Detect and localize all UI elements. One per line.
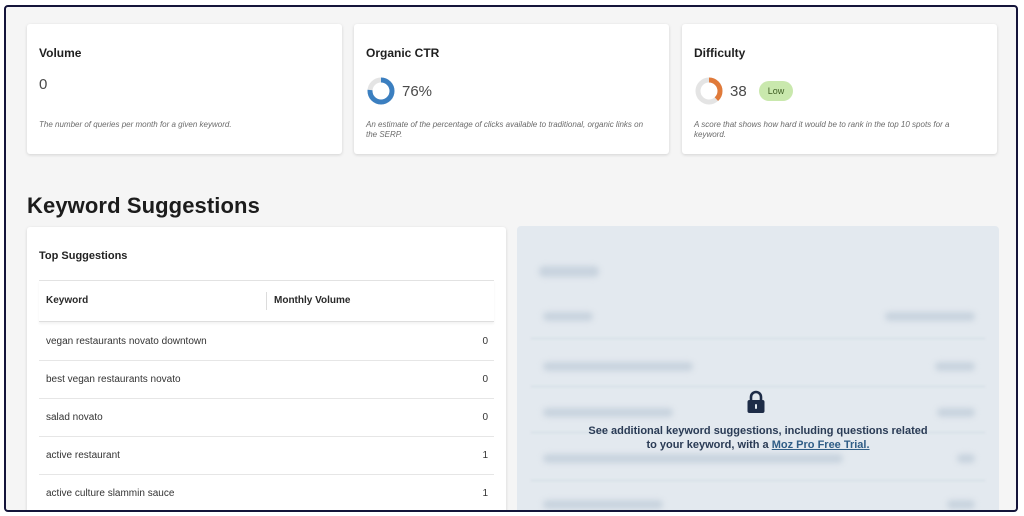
difficulty-card: Difficulty 38 Low A score that shows how… bbox=[682, 24, 997, 154]
upsell-message: See additional keyword suggestions, incl… bbox=[547, 424, 969, 452]
blurred-placeholder bbox=[885, 312, 975, 321]
blurred-placeholder bbox=[543, 312, 593, 321]
blurred-placeholder bbox=[543, 454, 843, 463]
volume-value: 0 bbox=[39, 76, 48, 93]
row-volume: 0 bbox=[482, 374, 488, 385]
difficulty-body: 38 Low bbox=[694, 76, 794, 106]
organic-ctr-card: Organic CTR 76% An estimate of the perce… bbox=[354, 24, 669, 154]
volume-description: The number of queries per month for a gi… bbox=[39, 120, 232, 129]
blurred-placeholder bbox=[937, 408, 975, 417]
row-keyword: vegan restaurants novato downtown bbox=[46, 336, 207, 347]
blurred-placeholder bbox=[539, 266, 599, 277]
keyword-suggestions-heading: Keyword Suggestions bbox=[27, 193, 260, 218]
top-suggestions-title: Top Suggestions bbox=[39, 250, 128, 262]
blurred-placeholder bbox=[957, 454, 975, 463]
volume-body: 0 bbox=[39, 76, 47, 93]
blurred-placeholder bbox=[543, 500, 663, 509]
table-row[interactable]: best vegan restaurants novato 0 bbox=[39, 361, 494, 399]
volume-title: Volume bbox=[39, 46, 82, 60]
moz-pro-free-trial-link[interactable]: Moz Pro Free Trial. bbox=[772, 439, 870, 451]
table-header: Keyword Monthly Volume bbox=[39, 280, 494, 322]
row-volume: 0 bbox=[482, 336, 488, 347]
ctr-description: An estimate of the percentage of clicks … bbox=[366, 120, 644, 139]
ctr-body: 76% bbox=[366, 76, 432, 106]
blurred-divider bbox=[531, 338, 985, 339]
row-keyword: active restaurant bbox=[46, 450, 120, 461]
difficulty-description: A score that shows how hard it would be … bbox=[694, 120, 950, 139]
column-header-monthly-volume[interactable]: Monthly Volume bbox=[274, 295, 350, 306]
difficulty-donut-chart bbox=[695, 77, 723, 105]
ctr-value: 76% bbox=[402, 82, 433, 100]
column-divider bbox=[266, 292, 267, 310]
row-keyword: best vegan restaurants novato bbox=[46, 374, 181, 385]
table-row[interactable]: vegan restaurants novato downtown 0 bbox=[39, 323, 494, 361]
blurred-divider bbox=[531, 480, 985, 481]
upsell-message-prefix: to your keyword, with a bbox=[646, 439, 772, 451]
locked-suggestions-panel: See additional keyword suggestions, incl… bbox=[517, 226, 999, 510]
blurred-placeholder bbox=[947, 500, 975, 509]
difficulty-title: Difficulty bbox=[694, 46, 746, 60]
lock-icon bbox=[747, 390, 765, 413]
ctr-title: Organic CTR bbox=[366, 46, 440, 60]
blurred-placeholder bbox=[543, 408, 673, 417]
row-volume: 1 bbox=[482, 488, 488, 499]
keyword-overview-frame: Volume 0 The number of queries per month… bbox=[4, 5, 1018, 512]
blurred-placeholder bbox=[543, 362, 693, 371]
difficulty-badge: Low bbox=[758, 81, 794, 101]
top-suggestions-panel: Top Suggestions Keyword Monthly Volume v… bbox=[27, 227, 506, 510]
table-row[interactable]: active restaurant 1 bbox=[39, 437, 494, 475]
upsell-message-line2: to your keyword, with a Moz Pro Free Tri… bbox=[547, 438, 969, 452]
table-row[interactable]: active culture slammin sauce 1 bbox=[39, 475, 494, 510]
row-volume: 1 bbox=[482, 450, 488, 461]
blurred-placeholder bbox=[935, 362, 975, 371]
row-keyword: active culture slammin sauce bbox=[46, 488, 175, 499]
ctr-donut-chart bbox=[367, 77, 395, 105]
row-keyword: salad novato bbox=[46, 412, 103, 423]
row-volume: 0 bbox=[482, 412, 488, 423]
volume-card: Volume 0 The number of queries per month… bbox=[27, 24, 342, 154]
upsell-message-line1: See additional keyword suggestions, incl… bbox=[588, 425, 928, 437]
table-row[interactable]: salad novato 0 bbox=[39, 399, 494, 437]
column-header-keyword[interactable]: Keyword bbox=[46, 295, 88, 306]
blurred-divider bbox=[531, 386, 985, 387]
difficulty-value: 38 bbox=[730, 82, 747, 100]
